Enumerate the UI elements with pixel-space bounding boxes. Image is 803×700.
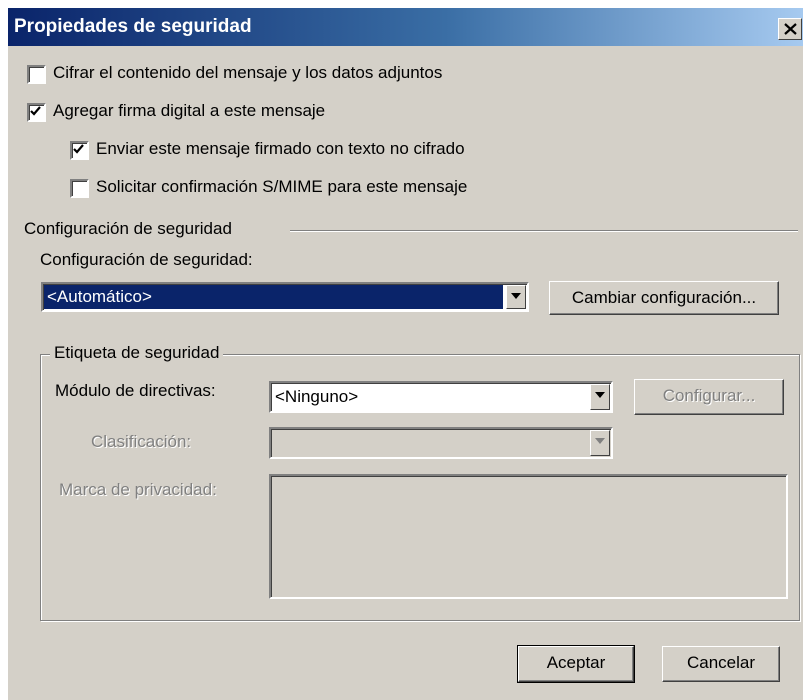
change-settings-button-label: Cambiar configuración... — [571, 288, 757, 307]
chevron-down-icon — [595, 392, 605, 398]
classification-dropdown-button[interactable] — [590, 430, 610, 456]
security-properties-dialog: Propiedades de seguridad Cifrar el conte… — [8, 8, 803, 700]
policy-module-value: <Ninguno> — [275, 387, 359, 406]
digital-signature-checkbox[interactable] — [27, 103, 46, 122]
encrypt-checkbox[interactable] — [27, 65, 46, 84]
encrypt-checkbox-label: Cifrar el contenido del mensaje y los da… — [53, 63, 443, 82]
policy-module-label: Módulo de directivas: — [55, 381, 216, 400]
configure-button[interactable]: Configurar... — [634, 379, 784, 415]
cancel-button-label: Cancelar — [686, 653, 756, 672]
privacy-mark-label: Marca de privacidad: — [59, 480, 217, 499]
security-config-label: Configuración de seguridad: — [40, 250, 253, 269]
security-config-dropdown-button[interactable] — [506, 285, 526, 309]
digital-signature-checkbox-label: Agregar firma digital a este mensaje — [53, 101, 326, 120]
security-config-dropdown[interactable]: <Automático> — [41, 282, 529, 312]
classification-label: Clasificación: — [91, 432, 192, 451]
chevron-down-icon — [511, 293, 521, 299]
section-divider — [290, 230, 798, 232]
configure-button-label: Configurar... — [662, 386, 756, 405]
policy-module-dropdown[interactable]: <Ninguno> — [269, 381, 613, 413]
chevron-down-icon — [595, 438, 605, 444]
security-config-selected-value: <Automático> — [44, 285, 503, 309]
window-title: Propiedades de seguridad — [14, 16, 252, 37]
smime-receipt-checkbox[interactable] — [70, 179, 89, 198]
smime-receipt-checkbox-label: Solicitar confirmación S/MIME para este … — [96, 177, 468, 196]
close-button[interactable] — [778, 18, 802, 40]
cancel-button[interactable]: Cancelar — [662, 646, 780, 682]
clear-text-signed-checkbox[interactable] — [70, 141, 89, 160]
change-settings-button[interactable]: Cambiar configuración... — [549, 281, 779, 315]
ok-button-label: Aceptar — [546, 653, 606, 672]
privacy-mark-textbox[interactable] — [269, 474, 788, 599]
security-label-group-title: Etiqueta de seguridad — [50, 343, 224, 363]
ok-button[interactable]: Aceptar — [517, 645, 635, 683]
clear-text-signed-checkbox-label: Enviar este mensaje firmado con texto no… — [96, 139, 465, 158]
security-config-section-title: Configuración de seguridad — [24, 219, 232, 238]
checkmark-icon — [73, 144, 84, 154]
title-bar[interactable]: Propiedades de seguridad — [8, 8, 803, 46]
checkmark-icon — [30, 106, 41, 116]
close-icon — [784, 23, 797, 35]
classification-dropdown[interactable] — [269, 427, 613, 459]
policy-module-dropdown-button[interactable] — [590, 384, 610, 410]
